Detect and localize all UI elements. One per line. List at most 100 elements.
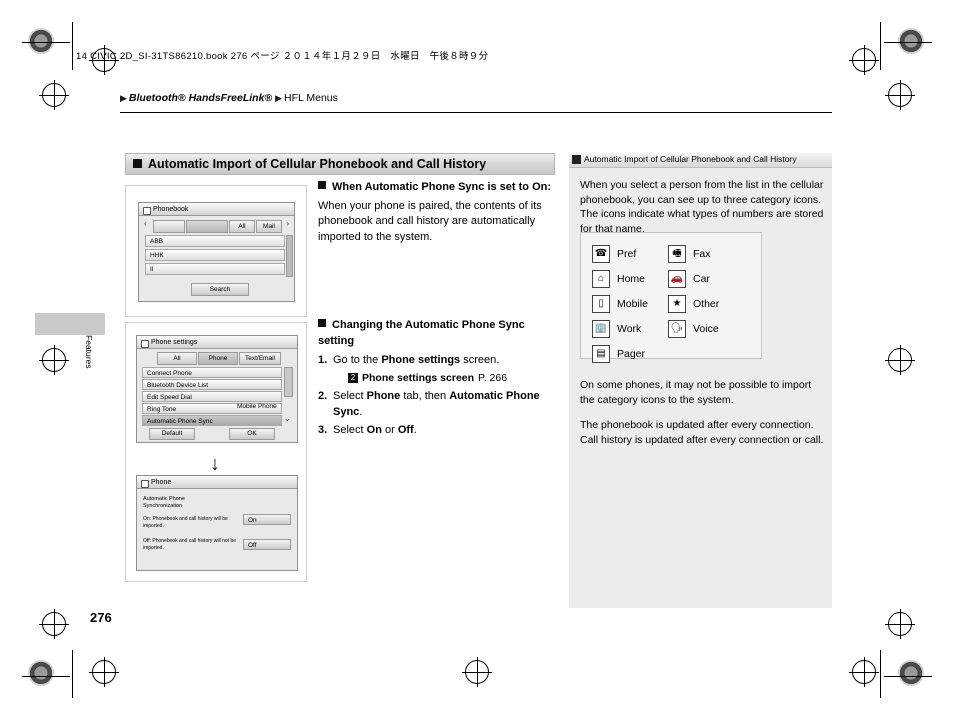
phonebook-tab-3[interactable]: Mail — [256, 220, 282, 233]
registration-ring-top-right — [885, 80, 915, 110]
home-icon: ⌂ — [592, 270, 610, 288]
tab-text-email[interactable]: Text/Email — [239, 352, 281, 365]
crop-mark-bot-h — [22, 676, 70, 677]
voice-label: Voice — [693, 323, 719, 335]
phonebook-row-2[interactable]: II — [145, 263, 285, 275]
settings-default-button[interactable]: Default — [149, 428, 195, 440]
step-3-number: 3. — [318, 424, 328, 436]
registration-ring-mid-left — [39, 345, 69, 375]
fax-icon: 🖷 — [668, 245, 686, 263]
phone-sync-off-button[interactable]: Off — [243, 539, 291, 550]
registration-ring-bottom-right — [885, 609, 915, 639]
phone-sync-title: Phone — [151, 479, 172, 486]
registration-ring-mid-right — [885, 345, 915, 375]
sidebar-paragraph-2: On some phones, it may not be possible t… — [580, 379, 812, 406]
breadcrumb: ▶ Bluetooth® HandsFreeLink® ▶ HFL Menus — [120, 92, 338, 104]
phone-settings-title: Phone settings — [151, 339, 198, 346]
registration-ring-bottom-mid — [462, 657, 492, 687]
crop-mark-top-h2 — [884, 42, 932, 43]
step-2-bold: Phone — [366, 390, 401, 402]
sidebar-header: Automatic Import of Cellular Phonebook a… — [569, 153, 832, 168]
fax-label: Fax — [693, 248, 711, 260]
pref-icon: ☎ — [592, 245, 610, 263]
phone-sync-titlebar: Phone — [137, 476, 297, 489]
crop-mark-left-v — [72, 22, 73, 70]
figure-phone-settings: Phone settings All Phone Text/Email Conn… — [125, 322, 307, 582]
screen-phone-settings: Phone settings All Phone Text/Email Conn… — [136, 335, 298, 443]
phonebook-tab-0[interactable] — [153, 220, 185, 233]
figure-phonebook: Phonebook ‹ › All Mail ABB HHK II Search — [125, 185, 307, 317]
settings-scrollbar[interactable] — [284, 367, 293, 397]
reference-page: P. 266 — [478, 371, 508, 384]
registration-dot-bottom-left — [28, 660, 54, 686]
icon-row-voice: 🗣 Voice — [668, 320, 719, 338]
other-label: Other — [693, 298, 720, 310]
page-number: 276 — [90, 610, 112, 625]
icon-row-pref: ☎ Pref — [592, 245, 636, 263]
page-title: Automatic Import of Cellular Phonebook a… — [148, 157, 487, 171]
pref-label: Pref — [617, 248, 637, 260]
steps-list: 1. Go to the Phone settings screen. 2 Ph… — [318, 353, 558, 439]
car-label: Car — [693, 273, 710, 285]
settings-ok-button[interactable]: OK — [229, 428, 275, 440]
heading-bullet-icon-1 — [318, 181, 326, 189]
file-header-line: 14 CIVIC 2D_SI-31TS86210.book 276 ページ ２０… — [76, 51, 489, 62]
flow-arrow-down-icon: ↓ — [210, 453, 220, 475]
tab-all[interactable]: All — [157, 352, 197, 365]
phone-sync-on-button[interactable]: On — [243, 514, 291, 525]
window-dot-icon-2 — [141, 339, 149, 348]
icon-row-home: ⌂ Home — [592, 270, 645, 288]
breadcrumb-item-hfl: HFL Menus — [284, 92, 338, 104]
step-2: 2. Select Phone tab, then Automatic Phon… — [318, 389, 558, 420]
crop-mark-bot-h2 — [884, 676, 932, 677]
step-3-pre: Select — [333, 424, 367, 436]
icon-row-car: 🚗 Car — [668, 270, 710, 288]
icon-row-mobile: ▯ Mobile — [592, 295, 648, 313]
step-3-bold: On — [366, 424, 382, 436]
window-dot-icon-3 — [141, 479, 149, 488]
phonebook-scrollbar[interactable] — [286, 235, 293, 277]
phonebook-tab-2[interactable]: All — [229, 220, 255, 233]
phone-settings-titlebar: Phone settings — [137, 336, 297, 349]
phonebook-prev-arrow-icon[interactable]: ‹ — [144, 219, 147, 228]
phone-sync-desc-on: On: Phonebook and call history will be i… — [143, 516, 228, 529]
registration-ring-bottom-left — [39, 609, 69, 639]
other-icon: ★ — [668, 295, 686, 313]
step-2-post2: . — [359, 405, 363, 418]
registration-ring-top-center2 — [849, 45, 879, 75]
window-dot-icon — [143, 206, 151, 215]
tab-phone[interactable]: Phone — [198, 352, 238, 365]
registration-dot-top-left — [28, 28, 54, 54]
step-1-post: screen. — [460, 354, 500, 366]
crop-mark-top-h — [22, 42, 70, 43]
registration-dot-bottom-right — [898, 660, 924, 686]
breadcrumb-item-bluetooth: Bluetooth® HandsFreeLink® — [128, 92, 273, 104]
middle-heading-2-text: Changing the Automatic Phone Sync settin… — [318, 319, 525, 347]
work-label: Work — [617, 323, 642, 335]
step-2-post: tab, then — [400, 390, 450, 402]
voice-icon: 🗣 — [668, 320, 686, 338]
middle-paragraph-1: When your phone is paired, the contents … — [318, 199, 542, 243]
phonebook-tabs[interactable]: All Mail — [153, 220, 282, 233]
phonebook-titlebar: Phonebook — [139, 203, 294, 216]
phonebook-row-0[interactable]: ABB — [145, 235, 285, 247]
setting-row-bt-device-list[interactable]: Bluetooth Device List — [142, 379, 282, 390]
setting-row-automatic-phone-sync[interactable]: Automatic Phone Sync — [142, 415, 282, 426]
reference-icon: 2 — [348, 373, 358, 384]
phonebook-row-1[interactable]: HHK — [145, 249, 285, 261]
side-tab-block — [35, 313, 105, 335]
phonebook-search-button[interactable]: Search — [191, 283, 249, 296]
middle-column-2: Changing the Automatic Phone Sync settin… — [318, 318, 558, 439]
cross-reference[interactable]: 2 Phone settings screen P. 266 — [333, 371, 558, 387]
registration-ring-top-left — [39, 80, 69, 110]
crop-mark-right-v2 — [880, 650, 881, 698]
setting-row-edit-speed-dial[interactable]: Edit Speed Dial — [142, 391, 282, 402]
settings-chevron-down-icon[interactable]: ⌄ — [284, 414, 291, 423]
setting-row-connect-phone[interactable]: Connect Phone — [142, 367, 282, 378]
registration-ring-bottom-center2 — [849, 657, 879, 687]
phone-settings-tabs[interactable]: All Phone Text/Email — [157, 352, 281, 365]
middle-heading-2: Changing the Automatic Phone Sync settin… — [318, 318, 558, 349]
phonebook-tab-1[interactable] — [186, 220, 228, 233]
phonebook-next-arrow-icon[interactable]: › — [286, 219, 289, 228]
registration-dot-top-right — [898, 28, 924, 54]
